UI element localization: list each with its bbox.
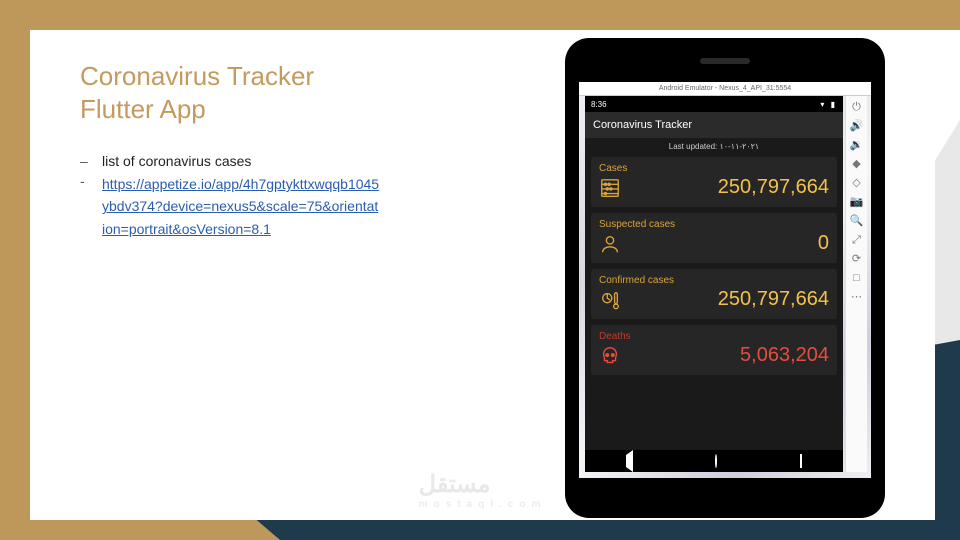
- nav-back-icon[interactable]: [626, 455, 633, 467]
- siderail-icon[interactable]: ⟳: [852, 254, 861, 265]
- status-icons: ▾ ▮: [820, 100, 837, 109]
- app-window: 8:36 ▾ ▮ Coronavirus Tracker Last update…: [585, 96, 843, 472]
- siderail-icon[interactable]: □: [853, 273, 860, 284]
- person-icon: [599, 233, 621, 255]
- nav-recent-icon[interactable]: [800, 455, 802, 467]
- stat-value: 5,063,204: [629, 344, 829, 367]
- status-time: 8:36: [591, 100, 607, 109]
- emulator-siderail: ⏻ 🔊 🔉 ◆ ◇ 📷 🔍 ⤢ ⟳ □ ⋯: [845, 96, 867, 472]
- stat-label: Deaths: [599, 331, 829, 342]
- siderail-icon[interactable]: ⏻: [852, 102, 861, 113]
- stat-label: Confirmed cases: [599, 275, 829, 286]
- android-navbar: [585, 450, 843, 472]
- stat-card-deaths: Deaths 5,063,204: [591, 325, 837, 375]
- bullet-text-1: list of coronavirus cases: [102, 153, 380, 169]
- siderail-icon[interactable]: 🔉: [850, 140, 864, 151]
- demo-link[interactable]: https://appetize.io/app/4h7gptykttxwqqb1…: [102, 176, 379, 237]
- emulator-title: Android Emulator - Nexus_4_API_31:5554: [579, 82, 871, 96]
- skull-icon: [599, 345, 621, 367]
- watermark: مستقل mostaql.com: [419, 470, 547, 510]
- stat-value: 250,797,664: [629, 176, 829, 199]
- stat-card-cases: Cases 250,797,664: [591, 157, 837, 207]
- stat-label: Cases: [599, 163, 829, 174]
- slide-title: Coronavirus Tracker Flutter App: [80, 60, 380, 125]
- stat-card-suspected-cases: Suspected cases 0: [591, 213, 837, 263]
- siderail-icon[interactable]: 🔍: [850, 216, 864, 227]
- last-updated: Last updated: ٢٠٢١-١١-١٠: [585, 138, 843, 157]
- status-bar: 8:36 ▾ ▮: [585, 96, 843, 112]
- siderail-icon[interactable]: ⤢: [852, 235, 861, 246]
- app-bar: Coronavirus Tracker: [585, 112, 843, 138]
- stat-value: 0: [629, 232, 829, 255]
- bullet-dash: –: [80, 153, 102, 169]
- siderail-icon[interactable]: 📷: [850, 197, 864, 208]
- siderail-icon[interactable]: ◇: [852, 178, 860, 189]
- slide-card: Coronavirus Tracker Flutter App – list o…: [30, 30, 935, 520]
- stat-card-confirmed-cases: Confirmed cases 250,797,664: [591, 269, 837, 319]
- siderail-icon[interactable]: 🔊: [850, 121, 864, 132]
- bullet-list: – list of coronavirus cases - https://ap…: [80, 153, 380, 240]
- thermo-icon: [599, 289, 621, 311]
- phone-frame: Android Emulator - Nexus_4_API_31:5554 8…: [565, 38, 885, 518]
- stat-label: Suspected cases: [599, 219, 829, 230]
- bullet-dash: -: [80, 173, 102, 240]
- stat-value: 250,797,664: [629, 288, 829, 311]
- nav-home-icon[interactable]: [715, 455, 717, 467]
- siderail-icon[interactable]: ◆: [852, 159, 860, 170]
- siderail-icon[interactable]: ⋯: [851, 292, 862, 303]
- abacus-icon: [599, 177, 621, 199]
